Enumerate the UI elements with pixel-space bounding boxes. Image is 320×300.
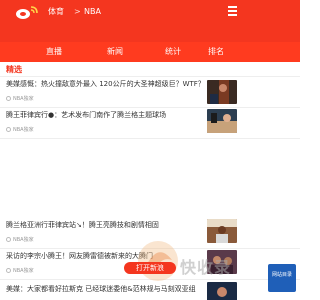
top-bar: 体育 > NBA bbox=[0, 0, 300, 24]
news-item-source: NBA独家 bbox=[6, 126, 34, 134]
app-header: 体育 > NBA bbox=[0, 0, 300, 42]
corner-badge[interactable]: 网站目录 bbox=[268, 264, 296, 292]
tab-news[interactable]: 新闻 bbox=[85, 46, 145, 58]
news-thumbnail[interactable] bbox=[207, 282, 237, 300]
news-thumbnail[interactable] bbox=[207, 219, 237, 243]
section-divider bbox=[0, 76, 300, 77]
news-item-source: NBA独家 bbox=[6, 267, 34, 275]
comment-icon bbox=[6, 96, 11, 101]
breadcrumb-section[interactable]: 体育 bbox=[48, 6, 64, 18]
news-item-title[interactable]: 美媒：大家都看好拉斯克 已经球迷委他&范林规与马刻双亚组 bbox=[6, 284, 202, 294]
news-item-title[interactable]: 腾王菲律宾行●：艺术发布门南作了腾兰格主题球场 bbox=[6, 110, 202, 120]
open-app-button-label: 打开新浪 bbox=[136, 264, 164, 272]
breadcrumb-current: NBA bbox=[84, 7, 101, 16]
comment-icon bbox=[6, 237, 11, 242]
watermark-logo-icon bbox=[138, 241, 178, 281]
news-thumbnail[interactable] bbox=[207, 80, 237, 104]
news-item-source: NBA独家 bbox=[6, 95, 34, 103]
item-divider bbox=[0, 138, 300, 139]
corner-badge-label: 网站目录 bbox=[271, 272, 292, 278]
news-item-title[interactable]: 腾兰格亚洲行菲律宾站↘！腾王亮腾技和剧情相固 bbox=[6, 220, 202, 230]
breadcrumb-separator: > bbox=[74, 7, 81, 16]
news-thumbnail[interactable] bbox=[207, 109, 237, 133]
tab-rankings[interactable]: 排名 bbox=[186, 46, 246, 58]
comment-icon bbox=[6, 127, 11, 132]
tab-live[interactable]: 直播 bbox=[24, 46, 84, 58]
sina-logo-icon[interactable] bbox=[14, 4, 40, 20]
menu-icon[interactable] bbox=[228, 6, 237, 16]
tab-bar: 直播 新闻 统计 排名 bbox=[0, 42, 300, 62]
watermark-text: 快收录 bbox=[180, 258, 232, 277]
item-divider bbox=[0, 107, 300, 108]
open-app-button[interactable]: 打开新浪 bbox=[124, 262, 176, 274]
news-item-source: NBA独家 bbox=[6, 236, 34, 244]
news-item-title[interactable]: 美媒感慨：热火撞敌意外最入 120公斤的大圣神超级巨？WTF？ bbox=[6, 79, 202, 89]
comment-icon bbox=[6, 268, 11, 273]
section-title: 精选 bbox=[6, 65, 22, 74]
